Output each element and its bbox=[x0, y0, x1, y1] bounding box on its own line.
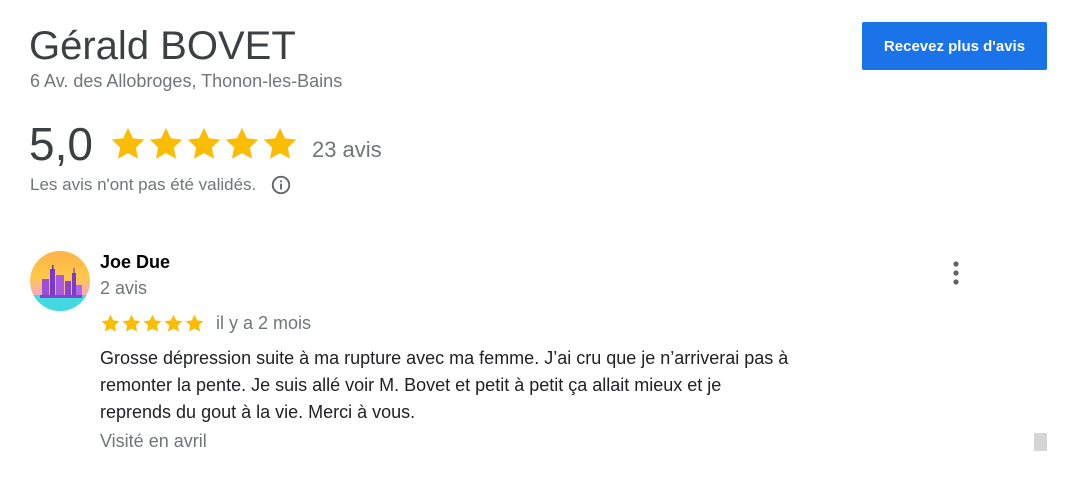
star-icon bbox=[143, 314, 162, 332]
info-icon[interactable] bbox=[270, 174, 292, 196]
rating-value: 5,0 bbox=[29, 118, 93, 170]
validation-notice: Les avis n'ont pas été validés. bbox=[30, 173, 292, 197]
reviews-panel: Gérald BOVET 6 Av. des Allobroges, Thono… bbox=[0, 0, 1077, 497]
author-review-count: 2 avis bbox=[100, 278, 148, 298]
star-icon bbox=[149, 127, 183, 159]
avatar[interactable] bbox=[30, 251, 90, 311]
review-rating: il y a 2 mois bbox=[100, 312, 311, 334]
scrollbar-thumb[interactable] bbox=[1034, 433, 1047, 451]
review-count[interactable]: 23 avis bbox=[312, 137, 382, 163]
star-icon bbox=[111, 127, 145, 159]
review-date: il y a 2 mois bbox=[216, 312, 312, 333]
star-icon bbox=[101, 314, 120, 332]
visit-date: Visité en avril bbox=[100, 431, 207, 451]
review-body: Grosse dépression suite à ma rupture ave… bbox=[100, 345, 860, 426]
star-icon bbox=[187, 127, 221, 159]
review-author[interactable]: Joe Due bbox=[100, 252, 170, 273]
review-text-line: Grosse dépression suite à ma rupture ave… bbox=[100, 348, 789, 368]
business-address: 6 Av. des Allobroges, Thonon-les-Bains bbox=[30, 71, 343, 91]
more-options-button[interactable] bbox=[944, 257, 968, 289]
overall-rating: 5,0 23 avis bbox=[29, 116, 382, 172]
star-icon bbox=[185, 314, 204, 332]
star-icon bbox=[122, 314, 141, 332]
review-text-line: remonter la pente. Je suis allé voir M. … bbox=[100, 375, 722, 395]
review-stars bbox=[100, 313, 205, 334]
business-name: Gérald BOVET bbox=[29, 24, 296, 68]
star-icon bbox=[225, 127, 259, 159]
rating-stars bbox=[109, 125, 299, 163]
star-icon bbox=[263, 127, 297, 159]
review-text-line: reprends du gout à la vie. Merci à vous. bbox=[100, 402, 416, 422]
more-vert-icon bbox=[953, 261, 959, 285]
star-icon bbox=[164, 314, 183, 332]
get-more-reviews-button[interactable]: Recevez plus d'avis bbox=[862, 22, 1047, 70]
validation-notice-text: Les avis n'ont pas été validés. bbox=[30, 175, 257, 194]
